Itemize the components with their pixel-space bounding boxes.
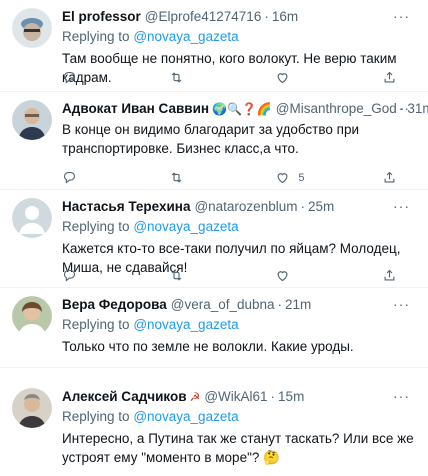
tweet-header: Адвокат Иван Саввин 🌍🔍❓🌈 @Misanthrope_Go… [62, 100, 428, 118]
replying-to-link[interactable]: @novaya_gazeta [133, 29, 238, 44]
reply-icon [63, 269, 76, 282]
tweet[interactable]: Вера Федорова @vera_of_dubna · 21m ··· R… [0, 288, 428, 368]
retweet-button[interactable] [169, 70, 239, 85]
more-options-icon[interactable]: ··· [393, 8, 410, 24]
more-options-icon[interactable]: ··· [393, 100, 410, 116]
replying-to-link[interactable]: @novaya_gazeta [133, 409, 238, 424]
tweet-actions [62, 70, 402, 85]
replying-to-link[interactable]: @novaya_gazeta [133, 219, 238, 234]
like-icon [277, 73, 288, 84]
author-name[interactable]: El professor [62, 8, 141, 26]
author-handle[interactable]: @WikAl61 [204, 388, 267, 406]
retweet-button[interactable] [169, 170, 239, 185]
separator-dot: · [300, 199, 305, 214]
share-icon [384, 171, 395, 183]
replying-to-label: Replying to [62, 29, 130, 44]
share-icon [384, 71, 395, 83]
author-name[interactable]: Алексей Садчиков [62, 388, 187, 406]
tweet-text: Интересно, а Путина так же станут таскат… [62, 431, 414, 465]
replying-to-label: Replying to [62, 317, 130, 332]
separator-dot: · [264, 9, 269, 24]
reply-button[interactable] [62, 70, 132, 85]
author-name[interactable]: Настасья Терехина [62, 198, 190, 216]
reply-button[interactable] [62, 170, 132, 185]
avatar[interactable] [12, 296, 52, 336]
tweet[interactable]: Настасья Терехина @natarozenblum · 25m ·… [0, 190, 428, 288]
retweet-icon [171, 172, 181, 183]
tweet-text: В конце он видимо благодарит за удобство… [62, 122, 360, 156]
name-emojis: 🌍🔍❓🌈 [212, 102, 272, 116]
avatar[interactable] [12, 388, 52, 428]
replying-to: Replying to @novaya_gazeta [62, 218, 420, 236]
tweet-header: Алексей Садчиков ☭ @WikAl61 · 15m [62, 388, 420, 406]
replying-to-label: Replying to [62, 219, 130, 234]
timestamp[interactable]: 15m [278, 388, 304, 406]
replying-to: Replying to @novaya_gazeta [62, 408, 420, 426]
tweet-header: Вера Федорова @vera_of_dubna · 21m [62, 296, 420, 314]
tweet-header: El professor @Elprofe41274716 · 16m [62, 8, 420, 26]
like-button[interactable] [275, 70, 345, 85]
avatar[interactable] [12, 8, 52, 48]
tweet[interactable]: Алексей Садчиков ☭ @WikAl61 · 15m ··· Re… [0, 378, 428, 476]
share-button[interactable] [382, 268, 402, 283]
separator-dot: · [270, 389, 276, 404]
replying-to: Replying to @novaya_gazeta [62, 28, 420, 46]
replying-to-link[interactable]: @novaya_gazeta [133, 317, 238, 332]
like-button[interactable]: 5 [275, 170, 345, 185]
reply-icon [63, 71, 76, 84]
author-name[interactable]: Адвокат Иван Саввин [62, 100, 209, 118]
replying-to: Replying to @novaya_gazeta [62, 316, 420, 334]
retweet-icon [171, 270, 181, 281]
author-handle[interactable]: @natarozenblum [194, 198, 297, 216]
more-options-icon[interactable]: ··· [393, 296, 410, 312]
share-button[interactable] [382, 70, 402, 85]
tweet-actions: 5 [62, 170, 402, 185]
retweet-button[interactable] [169, 268, 239, 283]
tweet-actions [62, 268, 402, 283]
more-options-icon[interactable]: ··· [393, 198, 410, 214]
author-handle[interactable]: @Elprofe41274716 [145, 8, 262, 26]
avatar[interactable] [12, 100, 52, 140]
like-button[interactable] [275, 268, 345, 283]
avatar[interactable] [12, 198, 52, 238]
separator-dot: · [277, 297, 283, 312]
tweet-text: Только что по земле не волокли. Какие ур… [62, 339, 354, 354]
reply-icon [63, 171, 76, 184]
author-name[interactable]: Вера Федорова [62, 296, 167, 314]
retweet-icon [171, 72, 181, 83]
timestamp[interactable]: 25m [308, 198, 334, 216]
tweet-header: Настасья Терехина @natarozenblum · 25m [62, 198, 420, 216]
tweet[interactable]: El professor @Elprofe41274716 · 16m ··· … [0, 0, 428, 92]
tweet-feed: El professor @Elprofe41274716 · 16m ··· … [0, 0, 428, 476]
timestamp[interactable]: 16m [272, 8, 298, 26]
share-icon [384, 269, 395, 281]
timestamp[interactable]: 21m [285, 296, 311, 314]
timestamp[interactable]: 31m [407, 100, 428, 118]
author-handle[interactable]: @vera_of_dubna [171, 296, 275, 314]
reply-button[interactable] [62, 268, 132, 283]
like-icon [277, 271, 288, 282]
like-count: 5 [298, 171, 305, 184]
more-options-icon[interactable]: ··· [393, 388, 410, 404]
tweet[interactable]: Адвокат Иван Саввин 🌍🔍❓🌈 @Misanthrope_Go… [0, 92, 428, 190]
author-handle[interactable]: @Misanthrope_God [276, 100, 397, 118]
like-icon [277, 173, 288, 184]
name-emojis: ☭ [189, 390, 201, 404]
share-button[interactable] [382, 170, 402, 185]
replying-to-label: Replying to [62, 409, 130, 424]
